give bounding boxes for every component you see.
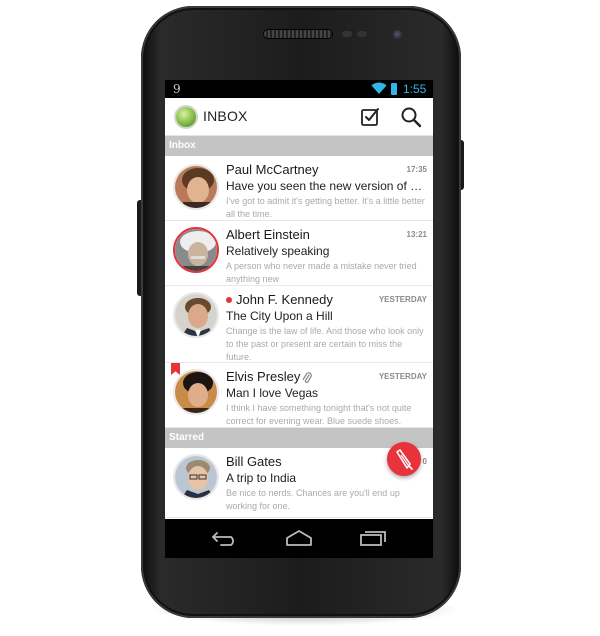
message-row[interactable]: Albert Einstein 13:21 Relatively speakin… — [165, 221, 433, 286]
page-title: INBOX — [203, 108, 248, 124]
proximity-sensor — [342, 31, 352, 37]
message-row[interactable]: John F. Kennedy YESTERDAY The City Upon … — [165, 286, 433, 363]
action-bar: INBOX — [165, 98, 433, 136]
avatar — [173, 369, 219, 415]
phone-screen: 9 1:55 INBOX Inbox Paul McCartney 17:35 … — [165, 80, 433, 558]
message-preview: A person who never made a mistake never … — [226, 261, 417, 284]
sender-name: Albert Einstein — [226, 227, 310, 242]
back-icon[interactable] — [211, 529, 239, 547]
message-preview: I've got to admit it's getting better. I… — [226, 196, 425, 219]
battery-icon — [391, 83, 397, 95]
light-sensor — [357, 31, 367, 37]
unread-indicator — [226, 296, 232, 303]
navigation-bar — [165, 519, 433, 558]
message-preview: Be nice to nerds. Chances are you'll end… — [226, 488, 400, 511]
section-header-inbox: Inbox — [165, 136, 433, 156]
attachment-icon — [303, 371, 313, 383]
wifi-icon — [371, 82, 387, 94]
clock: 1:55 — [403, 82, 427, 96]
message-time: 0 — [422, 457, 427, 466]
check-square-icon[interactable] — [358, 105, 382, 129]
compose-pen-icon — [396, 449, 413, 470]
avatar — [173, 227, 219, 273]
sender-name: Elvis Presley — [226, 369, 313, 384]
front-camera — [393, 30, 403, 40]
recent-apps-icon[interactable] — [359, 529, 387, 547]
message-row[interactable]: Paul McCartney 17:35 Have you seen the n… — [165, 156, 433, 221]
message-time: 13:21 — [406, 230, 427, 239]
notification-count: 9 — [173, 82, 181, 96]
message-subject: Relatively speaking — [226, 244, 330, 258]
avatar — [173, 292, 219, 338]
compose-button[interactable] — [387, 442, 421, 476]
app-logo-icon[interactable] — [176, 107, 196, 127]
sender-name: John F. Kennedy — [226, 292, 333, 307]
earpiece-speaker — [264, 30, 332, 38]
status-bar: 9 1:55 — [165, 80, 433, 98]
message-row[interactable]: Elvis Presley YESTERDAY Man I love Vegas… — [165, 363, 433, 428]
sender-name: Paul McCartney — [226, 162, 319, 177]
search-icon[interactable] — [399, 105, 423, 129]
message-subject: Have you seen the new version of Mi... — [226, 179, 427, 193]
sender-name: Bill Gates — [226, 454, 282, 469]
avatar — [173, 164, 219, 210]
avatar — [173, 454, 219, 500]
home-icon[interactable] — [285, 529, 313, 547]
message-time: YESTERDAY — [378, 372, 427, 381]
message-preview: I think I have something tonight that's … — [226, 403, 412, 426]
message-time: 17:35 — [406, 165, 427, 174]
message-subject: Man I love Vegas — [226, 386, 319, 400]
message-time: YESTERDAY — [378, 295, 427, 304]
message-subject: The City Upon a Hill — [226, 309, 333, 323]
message-preview: Change is the law of life. And those who… — [226, 326, 424, 362]
bookmark-icon — [171, 363, 180, 375]
sender-name-text: John F. Kennedy — [236, 292, 333, 307]
sender-name-text: Elvis Presley — [226, 369, 301, 384]
